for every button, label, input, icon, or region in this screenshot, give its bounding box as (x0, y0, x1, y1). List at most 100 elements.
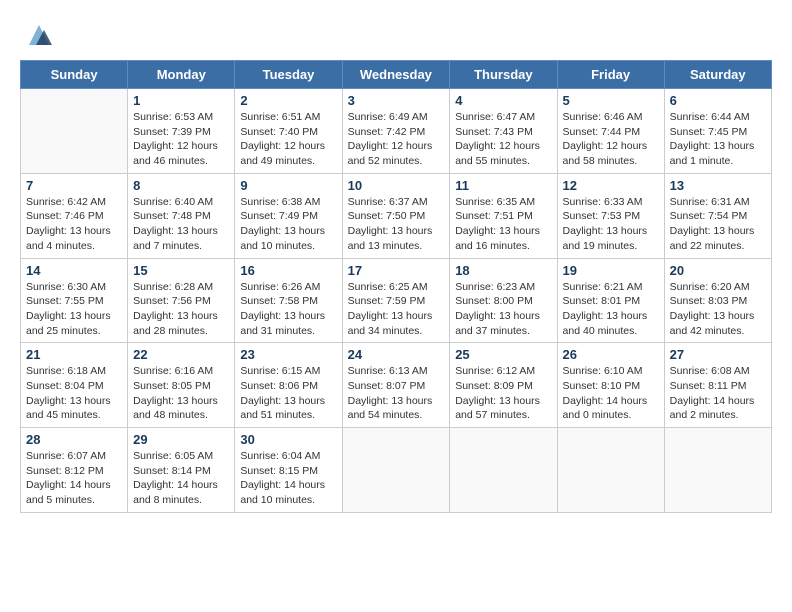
calendar-cell (450, 428, 557, 513)
day-header-thursday: Thursday (450, 61, 557, 89)
calendar-week-4: 21 Sunrise: 6:18 AMSunset: 8:04 PMDaylig… (21, 343, 772, 428)
calendar-cell: 17 Sunrise: 6:25 AMSunset: 7:59 PMDaylig… (342, 258, 450, 343)
calendar-cell: 15 Sunrise: 6:28 AMSunset: 7:56 PMDaylig… (128, 258, 235, 343)
calendar-cell: 8 Sunrise: 6:40 AMSunset: 7:48 PMDayligh… (128, 173, 235, 258)
day-info: Sunrise: 6:47 AMSunset: 7:43 PMDaylight:… (455, 110, 551, 169)
calendar-body: 1 Sunrise: 6:53 AMSunset: 7:39 PMDayligh… (21, 89, 772, 513)
calendar-cell: 25 Sunrise: 6:12 AMSunset: 8:09 PMDaylig… (450, 343, 557, 428)
day-info: Sunrise: 6:51 AMSunset: 7:40 PMDaylight:… (240, 110, 336, 169)
day-number: 9 (240, 178, 336, 193)
day-number: 25 (455, 347, 551, 362)
page-header (20, 20, 772, 50)
calendar-cell: 20 Sunrise: 6:20 AMSunset: 8:03 PMDaylig… (664, 258, 771, 343)
day-number: 10 (348, 178, 445, 193)
day-info: Sunrise: 6:04 AMSunset: 8:15 PMDaylight:… (240, 449, 336, 508)
calendar-cell (557, 428, 664, 513)
day-info: Sunrise: 6:46 AMSunset: 7:44 PMDaylight:… (563, 110, 659, 169)
day-number: 6 (670, 93, 766, 108)
day-number: 5 (563, 93, 659, 108)
day-number: 3 (348, 93, 445, 108)
day-info: Sunrise: 6:49 AMSunset: 7:42 PMDaylight:… (348, 110, 445, 169)
day-number: 17 (348, 263, 445, 278)
day-header-monday: Monday (128, 61, 235, 89)
calendar-cell: 3 Sunrise: 6:49 AMSunset: 7:42 PMDayligh… (342, 89, 450, 174)
day-info: Sunrise: 6:08 AMSunset: 8:11 PMDaylight:… (670, 364, 766, 423)
day-info: Sunrise: 6:21 AMSunset: 8:01 PMDaylight:… (563, 280, 659, 339)
day-number: 13 (670, 178, 766, 193)
calendar-cell: 7 Sunrise: 6:42 AMSunset: 7:46 PMDayligh… (21, 173, 128, 258)
day-number: 21 (26, 347, 122, 362)
day-number: 26 (563, 347, 659, 362)
calendar-table: SundayMondayTuesdayWednesdayThursdayFrid… (20, 60, 772, 513)
day-info: Sunrise: 6:15 AMSunset: 8:06 PMDaylight:… (240, 364, 336, 423)
day-info: Sunrise: 6:30 AMSunset: 7:55 PMDaylight:… (26, 280, 122, 339)
day-number: 1 (133, 93, 229, 108)
day-info: Sunrise: 6:40 AMSunset: 7:48 PMDaylight:… (133, 195, 229, 254)
day-info: Sunrise: 6:13 AMSunset: 8:07 PMDaylight:… (348, 364, 445, 423)
day-info: Sunrise: 6:28 AMSunset: 7:56 PMDaylight:… (133, 280, 229, 339)
calendar-cell: 27 Sunrise: 6:08 AMSunset: 8:11 PMDaylig… (664, 343, 771, 428)
calendar-cell: 26 Sunrise: 6:10 AMSunset: 8:10 PMDaylig… (557, 343, 664, 428)
calendar-cell: 16 Sunrise: 6:26 AMSunset: 7:58 PMDaylig… (235, 258, 342, 343)
day-number: 7 (26, 178, 122, 193)
day-info: Sunrise: 6:31 AMSunset: 7:54 PMDaylight:… (670, 195, 766, 254)
day-number: 15 (133, 263, 229, 278)
calendar-cell: 19 Sunrise: 6:21 AMSunset: 8:01 PMDaylig… (557, 258, 664, 343)
day-info: Sunrise: 6:10 AMSunset: 8:10 PMDaylight:… (563, 364, 659, 423)
day-number: 23 (240, 347, 336, 362)
calendar-cell: 24 Sunrise: 6:13 AMSunset: 8:07 PMDaylig… (342, 343, 450, 428)
day-header-friday: Friday (557, 61, 664, 89)
day-header-sunday: Sunday (21, 61, 128, 89)
calendar-week-1: 1 Sunrise: 6:53 AMSunset: 7:39 PMDayligh… (21, 89, 772, 174)
calendar-cell: 30 Sunrise: 6:04 AMSunset: 8:15 PMDaylig… (235, 428, 342, 513)
day-info: Sunrise: 6:12 AMSunset: 8:09 PMDaylight:… (455, 364, 551, 423)
day-number: 2 (240, 93, 336, 108)
day-info: Sunrise: 6:25 AMSunset: 7:59 PMDaylight:… (348, 280, 445, 339)
calendar-cell: 4 Sunrise: 6:47 AMSunset: 7:43 PMDayligh… (450, 89, 557, 174)
calendar-cell (664, 428, 771, 513)
calendar-cell: 21 Sunrise: 6:18 AMSunset: 8:04 PMDaylig… (21, 343, 128, 428)
calendar-cell: 29 Sunrise: 6:05 AMSunset: 8:14 PMDaylig… (128, 428, 235, 513)
calendar-cell: 5 Sunrise: 6:46 AMSunset: 7:44 PMDayligh… (557, 89, 664, 174)
calendar-cell: 22 Sunrise: 6:16 AMSunset: 8:05 PMDaylig… (128, 343, 235, 428)
calendar-cell: 9 Sunrise: 6:38 AMSunset: 7:49 PMDayligh… (235, 173, 342, 258)
day-number: 20 (670, 263, 766, 278)
day-info: Sunrise: 6:37 AMSunset: 7:50 PMDaylight:… (348, 195, 445, 254)
day-info: Sunrise: 6:35 AMSunset: 7:51 PMDaylight:… (455, 195, 551, 254)
day-number: 19 (563, 263, 659, 278)
day-number: 14 (26, 263, 122, 278)
day-number: 28 (26, 432, 122, 447)
day-info: Sunrise: 6:18 AMSunset: 8:04 PMDaylight:… (26, 364, 122, 423)
logo (20, 20, 54, 50)
logo-icon (24, 20, 54, 50)
day-info: Sunrise: 6:20 AMSunset: 8:03 PMDaylight:… (670, 280, 766, 339)
day-info: Sunrise: 6:23 AMSunset: 8:00 PMDaylight:… (455, 280, 551, 339)
day-number: 8 (133, 178, 229, 193)
calendar-week-2: 7 Sunrise: 6:42 AMSunset: 7:46 PMDayligh… (21, 173, 772, 258)
day-info: Sunrise: 6:53 AMSunset: 7:39 PMDaylight:… (133, 110, 229, 169)
day-number: 16 (240, 263, 336, 278)
day-number: 4 (455, 93, 551, 108)
day-number: 27 (670, 347, 766, 362)
calendar-cell: 6 Sunrise: 6:44 AMSunset: 7:45 PMDayligh… (664, 89, 771, 174)
day-header-wednesday: Wednesday (342, 61, 450, 89)
calendar-cell: 10 Sunrise: 6:37 AMSunset: 7:50 PMDaylig… (342, 173, 450, 258)
day-info: Sunrise: 6:05 AMSunset: 8:14 PMDaylight:… (133, 449, 229, 508)
calendar-cell: 11 Sunrise: 6:35 AMSunset: 7:51 PMDaylig… (450, 173, 557, 258)
calendar-cell: 18 Sunrise: 6:23 AMSunset: 8:00 PMDaylig… (450, 258, 557, 343)
day-number: 18 (455, 263, 551, 278)
calendar-header-row: SundayMondayTuesdayWednesdayThursdayFrid… (21, 61, 772, 89)
day-info: Sunrise: 6:38 AMSunset: 7:49 PMDaylight:… (240, 195, 336, 254)
calendar-cell (21, 89, 128, 174)
calendar-cell: 12 Sunrise: 6:33 AMSunset: 7:53 PMDaylig… (557, 173, 664, 258)
day-info: Sunrise: 6:16 AMSunset: 8:05 PMDaylight:… (133, 364, 229, 423)
day-info: Sunrise: 6:44 AMSunset: 7:45 PMDaylight:… (670, 110, 766, 169)
calendar-cell: 13 Sunrise: 6:31 AMSunset: 7:54 PMDaylig… (664, 173, 771, 258)
day-header-saturday: Saturday (664, 61, 771, 89)
day-number: 29 (133, 432, 229, 447)
day-info: Sunrise: 6:26 AMSunset: 7:58 PMDaylight:… (240, 280, 336, 339)
calendar-week-3: 14 Sunrise: 6:30 AMSunset: 7:55 PMDaylig… (21, 258, 772, 343)
day-number: 11 (455, 178, 551, 193)
calendar-cell: 28 Sunrise: 6:07 AMSunset: 8:12 PMDaylig… (21, 428, 128, 513)
calendar-cell: 23 Sunrise: 6:15 AMSunset: 8:06 PMDaylig… (235, 343, 342, 428)
